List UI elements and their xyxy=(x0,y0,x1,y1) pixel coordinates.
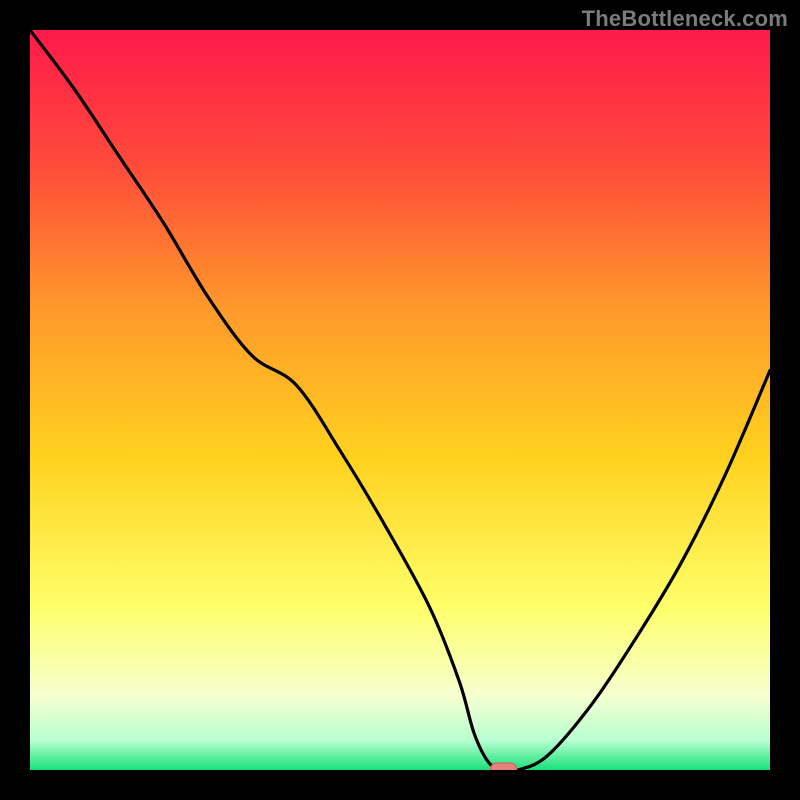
optimal-marker xyxy=(491,763,517,770)
plot-area xyxy=(30,30,770,770)
watermark-text: TheBottleneck.com xyxy=(582,6,788,32)
heatmap-background xyxy=(30,30,770,770)
chart-stage: TheBottleneck.com xyxy=(0,0,800,800)
plot-svg xyxy=(30,30,770,770)
